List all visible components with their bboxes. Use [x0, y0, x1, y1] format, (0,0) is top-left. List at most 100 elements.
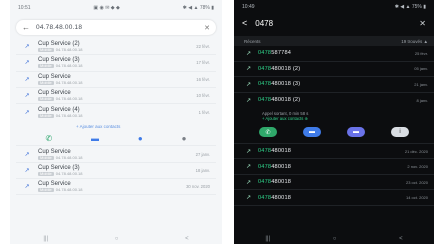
- number-type-tag: Mobile: [38, 96, 54, 102]
- back-arrow-icon[interactable]: ←: [22, 23, 30, 32]
- call-log-row[interactable]: ↗ Cup Service Mobile 04.78.48.00.18 30 no…: [16, 179, 216, 196]
- call-log-list: ↗ Cup Service (2) Mobile 04.78.48.00.18 2…: [16, 39, 216, 196]
- status-icons-right: ✱ ◀ ▲ 78% ▮: [182, 5, 214, 11]
- call-date: 23 oct. 2020: [405, 179, 428, 185]
- call-log-row[interactable]: ↗ Cup Service Mobile 04.78.48.00.18 10 fé…: [16, 88, 216, 105]
- matched-digits: 0478: [258, 50, 272, 57]
- call-date: 27 janv.: [195, 151, 210, 157]
- phone-number-rest: 480018: [271, 163, 292, 170]
- outgoing-call-icon: ↗: [246, 50, 252, 57]
- call-log-row-expanded[interactable]: ↗ Cup Service (4) Mobile 04.78.48.00.18 1…: [16, 104, 216, 120]
- call-date: 8 janv.: [416, 97, 429, 103]
- results-count[interactable]: 19 trouvés ▲: [401, 39, 428, 44]
- matched-digits: 0478: [258, 65, 272, 72]
- call-log-row[interactable]: ↗ 0478587784 25 févr.: [234, 46, 434, 62]
- message-icon[interactable]: ▬: [91, 134, 99, 143]
- recent-apps-icon[interactable]: |||: [265, 236, 270, 242]
- phone-number-rest: 480018 (2): [271, 65, 301, 72]
- results-section-header: Récents 19 trouvés ▲: [234, 36, 434, 46]
- call-log-row[interactable]: ↗ Cup Service (2) Mobile 04.78.48.00.18 2…: [16, 39, 216, 56]
- call-log-row-expanded[interactable]: ↗ 0478480018 (2) 8 janv.: [234, 93, 434, 109]
- matched-digits: 0478: [258, 97, 272, 104]
- quick-actions: ✆ ▬ ▬ i: [234, 122, 434, 144]
- call-date: 17 févr.: [196, 60, 210, 66]
- phone-number: 04.78.48.00.18: [55, 112, 83, 118]
- call-log-row[interactable]: ↗ 0478480018 21 déc. 2020: [234, 144, 434, 160]
- call-log-row[interactable]: ↗ 0478480018 (3) 21 janv.: [234, 77, 434, 93]
- search-input[interactable]: 0478: [255, 19, 419, 28]
- number-type-tag: Mobile: [38, 112, 54, 118]
- number-type-tag: Mobile: [38, 79, 54, 85]
- add-to-contacts-link[interactable]: + Ajouter aux contacts: [16, 120, 216, 132]
- call-log-row[interactable]: ↗ Cup Service Mobile 04.78.48.00.18 16 fé…: [16, 72, 216, 88]
- call-date: 21 déc. 2020: [404, 148, 428, 154]
- home-icon[interactable]: ○: [333, 236, 337, 242]
- outgoing-call-icon: ↗: [24, 76, 30, 83]
- info-button[interactable]: i: [391, 127, 409, 138]
- outgoing-call-icon: ↗: [246, 97, 252, 104]
- phone-number-rest: 480018: [271, 194, 292, 201]
- video-call-button[interactable]: ▬: [347, 127, 365, 138]
- call-date: 05 janv.: [414, 66, 428, 72]
- phone-number: 04.78.48.00.18: [55, 96, 83, 102]
- info-icon[interactable]: ●: [182, 134, 187, 143]
- call-date: 10 févr.: [196, 93, 210, 99]
- phone-number-rest: 480018 (3): [271, 81, 301, 88]
- call-date: 30 nov. 2020: [186, 184, 210, 190]
- search-input[interactable]: 04.78.48.00.18: [36, 24, 204, 31]
- outgoing-call-icon: ↗: [246, 179, 252, 186]
- phone-number-rest: 480018: [271, 148, 292, 155]
- outgoing-call-icon: ↗: [24, 167, 30, 174]
- back-icon[interactable]: <: [185, 236, 189, 242]
- phone-number: 04.78.48.00.18: [55, 154, 83, 160]
- outgoing-call-icon: ↗: [246, 195, 252, 202]
- message-button[interactable]: ▬: [303, 127, 321, 138]
- recent-apps-icon[interactable]: |||: [43, 236, 48, 242]
- call-date: 22 févr.: [196, 44, 210, 50]
- back-arrow-icon[interactable]: <: [242, 18, 247, 28]
- matched-digits: 0478: [258, 148, 272, 155]
- call-log-row[interactable]: ↗ Cup Service (3) Mobile 04.78.48.00.18 1…: [16, 163, 216, 180]
- status-bar: 10:51 ▣ ◉ ✉ ◆ ◆ ✱ ◀ ▲ 78% ▮: [10, 0, 222, 16]
- video-call-icon[interactable]: ●: [138, 134, 143, 143]
- phone-number: 04.78.48.00.18: [55, 63, 83, 69]
- close-icon[interactable]: ✕: [419, 19, 426, 28]
- call-button[interactable]: ✆: [259, 127, 277, 138]
- search-bar[interactable]: < 0478 ✕: [234, 14, 434, 32]
- call-log-row[interactable]: ↗ 0478480018 2 nov. 2020: [234, 159, 434, 175]
- outgoing-call-icon: ↗: [246, 164, 252, 171]
- status-bar: 10:49 ✱ ◀ ▲ 75% ▮: [234, 0, 434, 14]
- call-date: 16 févr.: [196, 76, 210, 82]
- call-log-row[interactable]: ↗ Cup Service (3) Mobile 04.78.48.00.18 1…: [16, 55, 216, 72]
- outgoing-call-icon: ↗: [24, 109, 30, 116]
- number-type-tag: Mobile: [38, 47, 54, 53]
- home-icon[interactable]: ○: [115, 236, 119, 242]
- outgoing-call-icon: ↗: [24, 93, 30, 100]
- call-date: 18 janv.: [195, 167, 210, 173]
- phone-number-rest: 587784: [271, 50, 292, 57]
- call-log-row[interactable]: ↗ 0478480018 (2) 05 janv.: [234, 62, 434, 77]
- call-log-row[interactable]: ↗ 0478480018 23 oct. 2020: [234, 175, 434, 191]
- call-date: 14 oct. 2020: [405, 195, 428, 201]
- close-icon[interactable]: ✕: [204, 24, 210, 32]
- call-log-row[interactable]: ↗ Cup Service Mobile 04.78.48.00.18 27 ja…: [16, 146, 216, 163]
- search-bar[interactable]: ← 04.78.48.00.18 ✕: [16, 20, 216, 35]
- phone-number: 04.78.48.00.18: [55, 47, 83, 53]
- phone-number-rest: 480018: [271, 179, 292, 186]
- call-date: 25 févr.: [414, 50, 428, 56]
- number-type-tag: Mobile: [38, 63, 54, 69]
- status-icons-left: ▣ ◉ ✉ ◆ ◆: [93, 5, 120, 11]
- outgoing-call-icon: ↗: [246, 148, 252, 155]
- outgoing-call-icon: ↗: [24, 151, 30, 158]
- call-log-row[interactable]: ↗ 0478480018 14 oct. 2020: [234, 190, 434, 206]
- call-date: 21 janv.: [414, 81, 428, 87]
- phone-number: 04.78.48.00.18: [55, 79, 83, 85]
- matched-digits: 0478: [258, 179, 272, 186]
- call-icon[interactable]: ✆: [45, 134, 52, 143]
- call-date: 2 nov. 2020: [407, 164, 428, 170]
- status-icons-right: ✱ ◀ ▲ 75% ▮: [394, 4, 426, 10]
- matched-digits: 0478: [258, 81, 272, 88]
- call-detail: Appel sortant, 0 min 58 s + Ajouter aux …: [234, 108, 434, 122]
- matched-digits: 0478: [258, 163, 272, 170]
- back-icon[interactable]: <: [399, 236, 403, 242]
